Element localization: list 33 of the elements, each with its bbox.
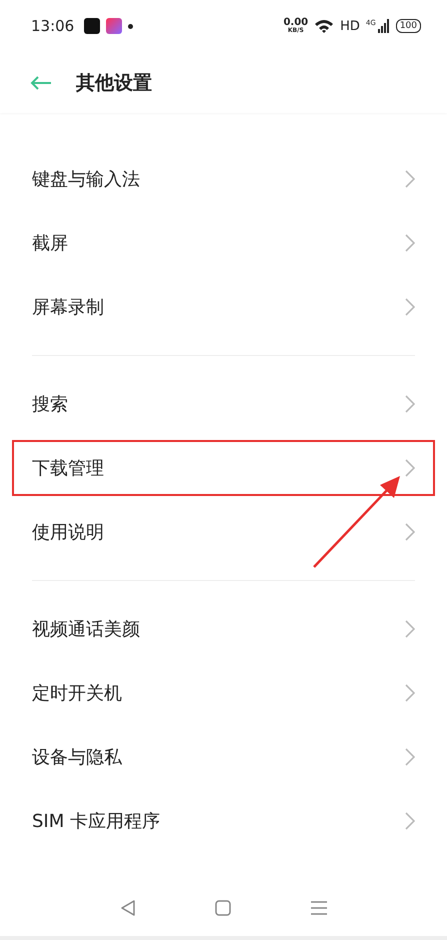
chevron-right-icon: [405, 684, 415, 702]
settings-item[interactable]: 使用说明: [0, 500, 447, 564]
chevron-right-icon: [405, 748, 415, 766]
app-icon: [84, 18, 100, 34]
wifi-icon: [314, 18, 334, 34]
menu-icon[interactable]: [310, 900, 328, 916]
battery-level: 100: [396, 19, 421, 33]
chevron-right-icon: [405, 812, 415, 830]
back-icon[interactable]: [30, 74, 52, 90]
chevron-right-icon: [405, 395, 415, 413]
status-time: 13:06: [31, 17, 74, 35]
chevron-right-icon: [405, 459, 415, 477]
home-nav-icon[interactable]: [214, 900, 230, 916]
settings-item[interactable]: 定时开关机: [0, 661, 447, 725]
chevron-right-icon: [405, 170, 415, 188]
settings-item[interactable]: 搜索: [0, 372, 447, 436]
settings-item[interactable]: 屏幕录制: [0, 275, 447, 339]
notification-dot-icon: [128, 24, 134, 28]
settings-item[interactable]: 键盘与输入法: [0, 147, 447, 211]
settings-item[interactable]: 截屏: [0, 211, 447, 275]
chevron-right-icon: [405, 523, 415, 541]
signal-icon: [378, 19, 390, 33]
settings-item[interactable]: 下载管理: [8, 436, 439, 500]
page-title: 其他设置: [76, 70, 152, 96]
settings-item[interactable]: SIM 卡应用程序: [0, 789, 447, 853]
chevron-right-icon: [405, 234, 415, 252]
network-label: HD: [340, 18, 360, 34]
settings-item[interactable]: 视频通话美颜: [0, 597, 447, 661]
chevron-right-icon: [405, 298, 415, 316]
app-icon: [106, 18, 122, 34]
settings-item[interactable]: 设备与隐私: [0, 725, 447, 789]
back-nav-icon[interactable]: [120, 899, 136, 917]
chevron-right-icon: [405, 620, 415, 638]
